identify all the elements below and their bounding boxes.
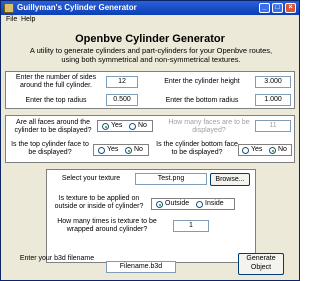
page-subtitle: A utility to generate cylinders and part… <box>29 46 273 64</box>
top-face-no-radio[interactable]: No <box>125 145 143 155</box>
window-title: Guillyman's Cylinder Generator <box>17 3 137 12</box>
main-panel: Openbve Cylinder Generator A utility to … <box>1 25 299 280</box>
texture-side-radio-group: Outside Inside <box>151 198 235 210</box>
title-bar: Guillyman's Cylinder Generator _ □ × <box>1 1 299 15</box>
minimize-button[interactable]: _ <box>259 3 270 13</box>
menu-file[interactable]: File <box>4 15 19 25</box>
top-radius-label: Enter the top radius <box>25 97 87 104</box>
app-icon <box>4 3 14 13</box>
filename-label: Enter your b3d filename <box>19 255 95 262</box>
radio-dot-icon <box>196 201 203 208</box>
height-label: Enter the cylinder height <box>164 78 240 85</box>
generate-object-button[interactable]: Generate Object <box>238 253 284 275</box>
bottom-radius-label: Enter the bottom radius <box>165 97 239 104</box>
radio-dot-icon <box>102 123 109 130</box>
radio-dot-icon <box>242 147 249 154</box>
menu-help[interactable]: Help <box>19 15 37 25</box>
browse-button[interactable]: Browse... <box>210 173 250 186</box>
dimensions-panel: Enter the number of sides around the ful… <box>5 71 295 109</box>
top-face-radio-group: Yes No <box>93 144 149 156</box>
top-face-yes-radio[interactable]: Yes <box>98 145 118 155</box>
close-button[interactable]: × <box>285 3 296 13</box>
page-title: Openbve Cylinder Generator <box>75 33 225 45</box>
all-faces-no-radio[interactable]: No <box>129 121 147 131</box>
maximize-button[interactable]: □ <box>272 3 283 13</box>
texture-panel: Select your texture Test.png Browse... I… <box>46 169 256 263</box>
texture-file-input[interactable]: Test.png <box>135 173 207 185</box>
texture-apply-label: Is texture to be applied on outside or i… <box>54 195 144 210</box>
bottom-face-label: Is the cylinder bottom face to be displa… <box>156 141 238 156</box>
radio-dot-icon <box>269 147 276 154</box>
wrap-count-label: How many times is texture to be wrapped … <box>57 218 157 233</box>
all-faces-label: Are all faces around the cylinder to be … <box>14 119 92 134</box>
bottom-face-yes-radio[interactable]: Yes <box>242 145 262 155</box>
top-radius-input[interactable]: 0.500 <box>106 94 138 106</box>
all-faces-radio-group: Yes No <box>97 120 153 132</box>
how-many-faces-input[interactable]: 11 <box>255 120 291 132</box>
inside-radio[interactable]: Inside <box>196 199 224 209</box>
bottom-face-radio-group: Yes No <box>238 144 292 156</box>
faces-panel: Are all faces around the cylinder to be … <box>5 115 295 163</box>
select-texture-label: Select your texture <box>61 175 121 182</box>
how-many-faces-label: How many faces are to be displayed? <box>168 119 250 134</box>
bottom-radius-input[interactable]: 1.000 <box>255 94 291 106</box>
sides-input[interactable]: 12 <box>106 76 138 88</box>
sides-label: Enter the number of sides around the ful… <box>15 74 97 89</box>
radio-dot-icon <box>98 147 105 154</box>
radio-dot-icon <box>125 147 132 154</box>
all-faces-yes-radio[interactable]: Yes <box>102 121 122 131</box>
radio-dot-icon <box>156 201 163 208</box>
wrap-count-input[interactable]: 1 <box>173 220 209 232</box>
menu-bar: File Help <box>1 15 299 25</box>
bottom-face-no-radio[interactable]: No <box>269 145 287 155</box>
filename-input[interactable]: Filename.b3d <box>106 261 176 273</box>
radio-dot-icon <box>129 123 136 130</box>
top-face-label: Is the top cylinder face to be displayed… <box>11 141 89 156</box>
height-input[interactable]: 3.000 <box>255 76 291 88</box>
app-window: Guillyman's Cylinder Generator _ □ × Fil… <box>0 0 300 281</box>
outside-radio[interactable]: Outside <box>156 199 189 209</box>
